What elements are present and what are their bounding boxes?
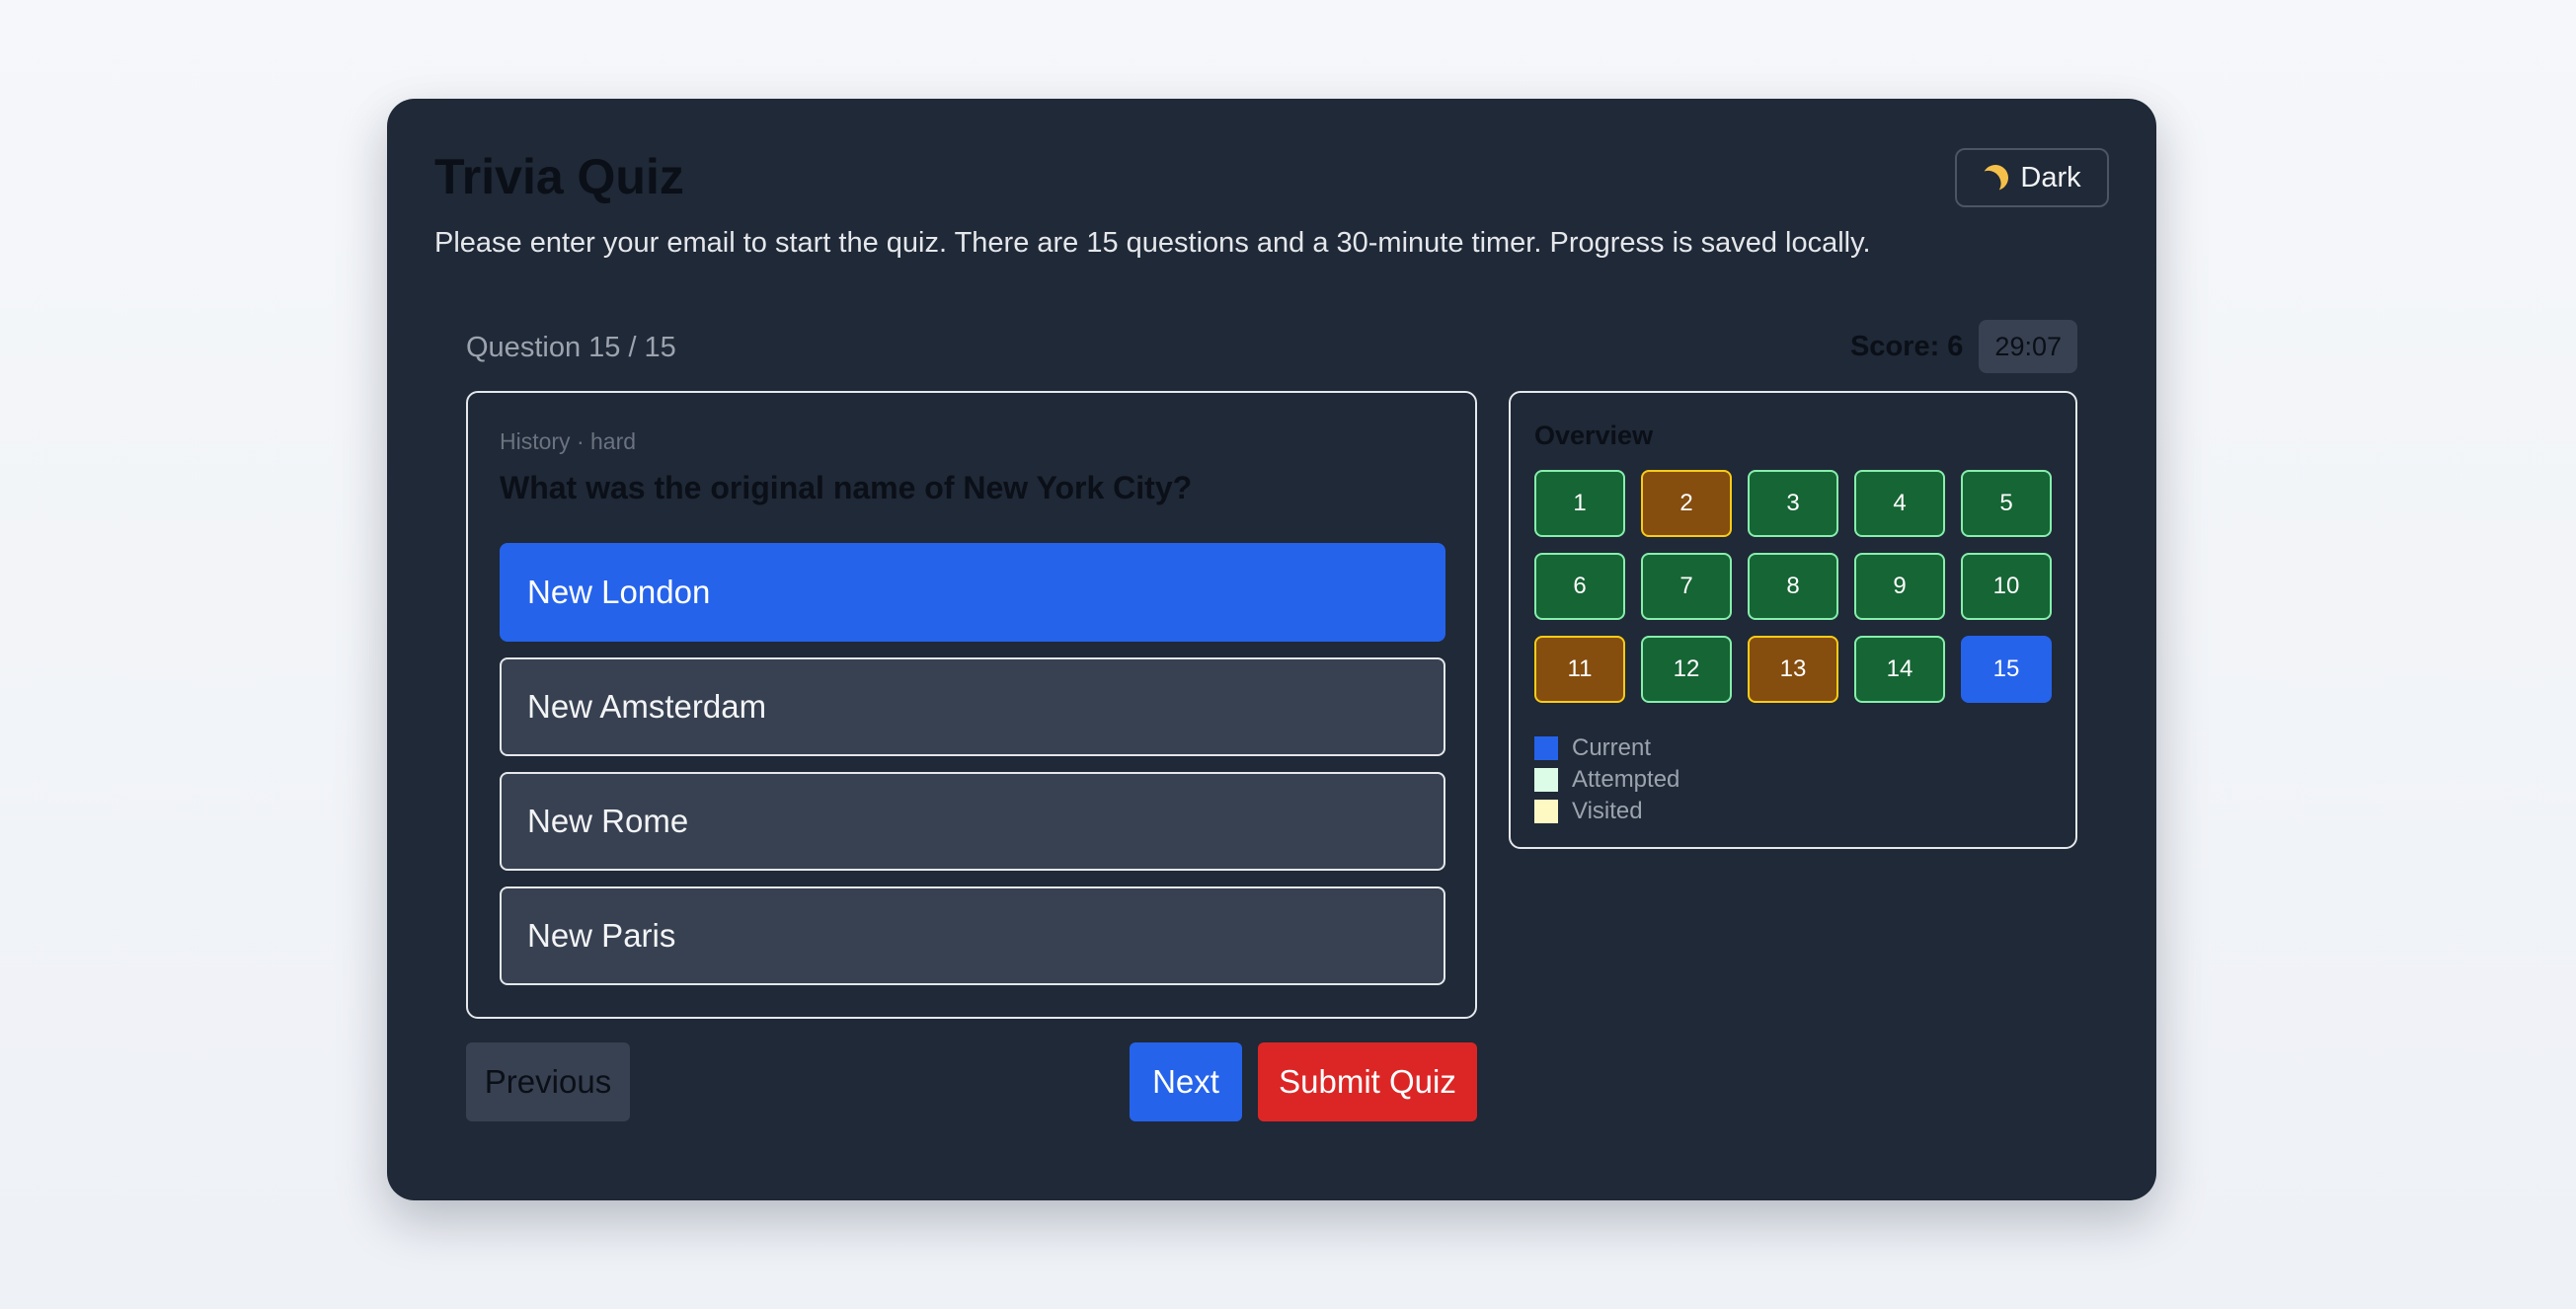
answer-option-label: New London: [527, 574, 711, 610]
question-nav-10[interactable]: 10: [1961, 553, 2052, 620]
answer-option-label: New Paris: [527, 917, 676, 954]
question-nav-9[interactable]: 9: [1854, 553, 1945, 620]
question-nav-14[interactable]: 14: [1854, 636, 1945, 703]
question-counter: Question 15 / 15: [466, 332, 676, 363]
question-nav-13[interactable]: 13: [1748, 636, 1838, 703]
answer-option[interactable]: New Amsterdam: [500, 657, 1445, 756]
question-nav-2[interactable]: 2: [1641, 470, 1732, 537]
page-title: Trivia Quiz: [434, 149, 684, 204]
legend-label: Attempted: [1572, 766, 1680, 793]
question-nav-7[interactable]: 7: [1641, 553, 1732, 620]
legend-swatch: [1534, 736, 1558, 760]
question-nav-3[interactable]: 3: [1748, 470, 1838, 537]
legend-label: Current: [1572, 734, 1652, 761]
score-timer-group: Score: 6 29:07: [1850, 320, 2077, 373]
legend-label: Visited: [1572, 798, 1643, 824]
theme-toggle-button[interactable]: Dark: [1955, 148, 2109, 207]
legend-item-current: Current: [1534, 732, 1679, 764]
question-grid: 1 2 3 4 5 6 7 8 9 10 11 12 13 14 15: [1534, 470, 2052, 703]
answer-option[interactable]: New Rome: [500, 772, 1445, 871]
question-panel: History · hard What was the original nam…: [466, 391, 1477, 1019]
question-text: What was the original name of New York C…: [500, 470, 1193, 505]
next-button[interactable]: Next: [1130, 1042, 1242, 1121]
overview-legend: Current Attempted Visited: [1534, 732, 1679, 827]
question-nav-5[interactable]: 5: [1961, 470, 2052, 537]
question-meta: History · hard: [500, 428, 637, 454]
question-nav-12[interactable]: 12: [1641, 636, 1732, 703]
question-nav-15[interactable]: 15: [1961, 636, 2052, 703]
theme-toggle-label: Dark: [2020, 161, 2081, 193]
question-nav-1[interactable]: 1: [1534, 470, 1625, 537]
answer-option[interactable]: New Paris: [500, 886, 1445, 985]
overview-title: Overview: [1534, 421, 1654, 450]
previous-button[interactable]: Previous: [466, 1042, 630, 1121]
answer-option-label: New Rome: [527, 803, 689, 839]
timer-badge: 29:07: [1979, 320, 2077, 373]
question-nav-4[interactable]: 4: [1854, 470, 1945, 537]
legend-item-visited: Visited: [1534, 796, 1679, 827]
legend-item-attempted: Attempted: [1534, 764, 1679, 796]
question-nav-11[interactable]: 11: [1534, 636, 1625, 703]
answer-option-label: New Amsterdam: [527, 688, 767, 725]
score-label: Score: 6: [1849, 330, 1964, 362]
legend-swatch: [1534, 800, 1558, 823]
answer-option-selected[interactable]: New London: [500, 543, 1445, 642]
question-nav-8[interactable]: 8: [1748, 553, 1838, 620]
question-nav-6[interactable]: 6: [1534, 553, 1625, 620]
overview-panel: Overview 1 2 3 4 5 6 7 8 9 10 11 12 13 14 15 Current At…: [1509, 391, 2077, 849]
legend-swatch: [1534, 768, 1558, 792]
submit-quiz-button[interactable]: Submit Quiz: [1258, 1042, 1477, 1121]
moon-icon: [1980, 161, 2012, 193]
quiz-card: Trivia Quiz Dark Please enter your email…: [387, 99, 2156, 1200]
intro-text: Please enter your email to start the qui…: [434, 227, 1871, 259]
